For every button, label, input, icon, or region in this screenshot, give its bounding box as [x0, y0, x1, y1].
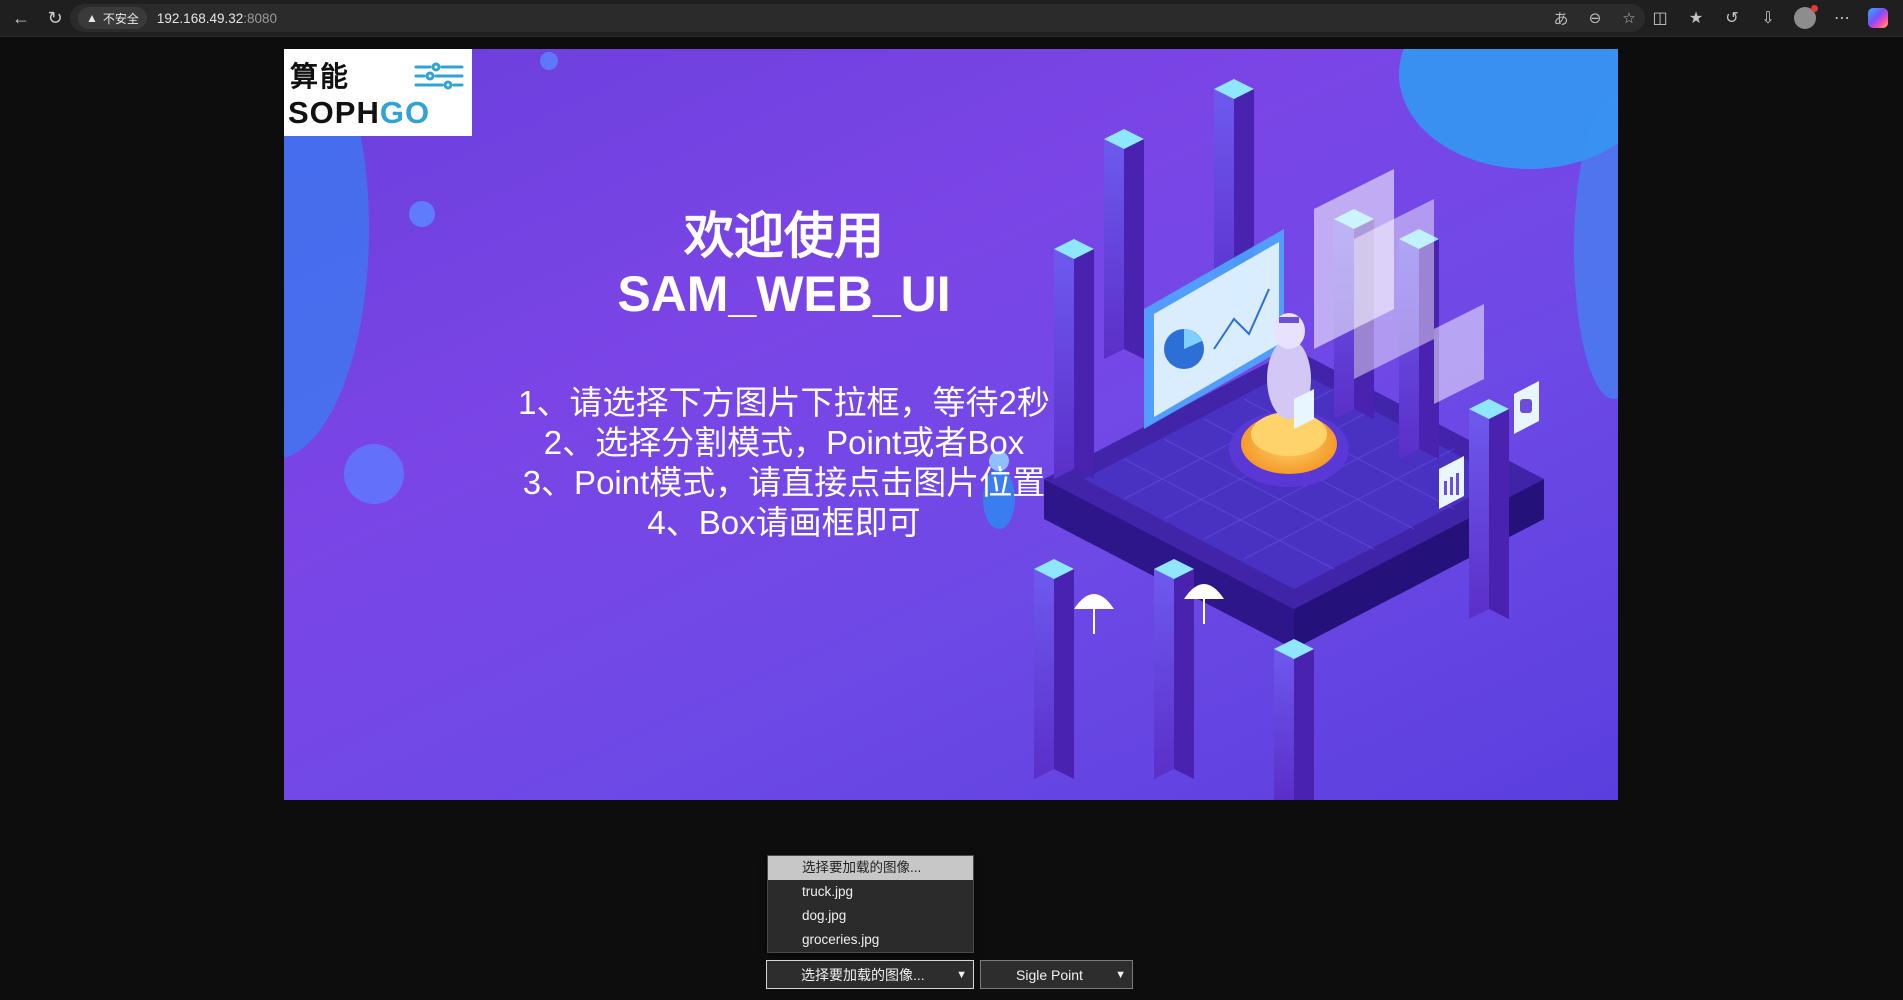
instruction-line-3: 3、Point模式，请直接点击图片位置: [522, 464, 1046, 501]
zoom-out-icon[interactable]: ⊖: [1585, 9, 1605, 27]
url-host: 192.168.49.32: [156, 10, 244, 26]
security-chip[interactable]: ▲ 不安全: [78, 7, 147, 29]
translate-icon[interactable]: あ: [1551, 8, 1571, 29]
logo-chinese-text: 算能: [290, 60, 351, 93]
back-arrow-icon[interactable]: ←: [6, 3, 36, 33]
address-bar[interactable]: ▲ 不安全 192.168.49.32:8080 あ ⊖ ☆: [70, 4, 1645, 32]
option-dog[interactable]: dog.jpg: [768, 904, 973, 928]
history-icon[interactable]: ↺: [1722, 8, 1742, 28]
option-groceries[interactable]: groceries.jpg: [768, 928, 973, 952]
mode-select-value: Sigle Point: [1016, 967, 1083, 983]
instruction-line-1: 1、请选择下方图片下拉框，等待2秒: [518, 384, 1050, 421]
favorite-star-icon[interactable]: ☆: [1619, 9, 1639, 27]
logo-en-soph: SOPH: [288, 95, 380, 130]
logo-english-text: SOPHGO: [288, 95, 430, 131]
logo-en-go: GO: [379, 95, 431, 130]
image-select[interactable]: 选择要加载的图像... ▼: [766, 960, 974, 989]
sophgo-logo: 算能 SOPHGO: [284, 49, 472, 136]
favorites-icon[interactable]: ★: [1686, 8, 1706, 28]
instruction-line-4: 4、Box请画框即可: [647, 504, 921, 541]
option-truck[interactable]: truck.jpg: [768, 880, 973, 904]
instruction-line-2: 2、选择分割模式，Point或者Box: [543, 424, 1025, 461]
refresh-icon[interactable]: ↻: [40, 3, 70, 33]
chevron-down-icon: ▼: [1115, 969, 1126, 981]
chevron-down-icon: ▼: [956, 969, 967, 981]
profile-avatar-icon[interactable]: [1794, 5, 1818, 29]
more-menu-icon[interactable]: ⋯: [1832, 8, 1852, 28]
url-text[interactable]: 192.168.49.32:8080: [157, 11, 277, 26]
welcome-heading: 欢迎使用: [684, 208, 884, 264]
option-placeholder[interactable]: 选择要加载的图像...: [768, 856, 973, 880]
welcome-banner: 算能 SOPHGO 欢迎使用 SAM_WEB_UI 1、请选择下方图片下拉框，等…: [284, 49, 1618, 800]
url-port: :8080: [243, 10, 278, 26]
security-label: 不安全: [102, 11, 139, 26]
mode-select[interactable]: Sigle Point ▼: [980, 960, 1133, 989]
download-icon[interactable]: ⇩: [1758, 8, 1778, 28]
browser-toolbar: ← ↻ ▲ 不安全 192.168.49.32:8080 あ ⊖ ☆ ◫ ★ ↺…: [0, 0, 1903, 37]
copilot-icon[interactable]: [1868, 8, 1888, 28]
image-select-options[interactable]: 选择要加载的图像... truck.jpg dog.jpg groceries.…: [767, 855, 974, 953]
app-name-heading: SAM_WEB_UI: [617, 266, 951, 322]
warning-triangle-icon: ▲: [86, 11, 98, 25]
split-screen-icon[interactable]: ◫: [1650, 8, 1670, 28]
logo-circuit-mark: [414, 62, 464, 90]
image-select-value: 选择要加载的图像...: [801, 967, 925, 983]
